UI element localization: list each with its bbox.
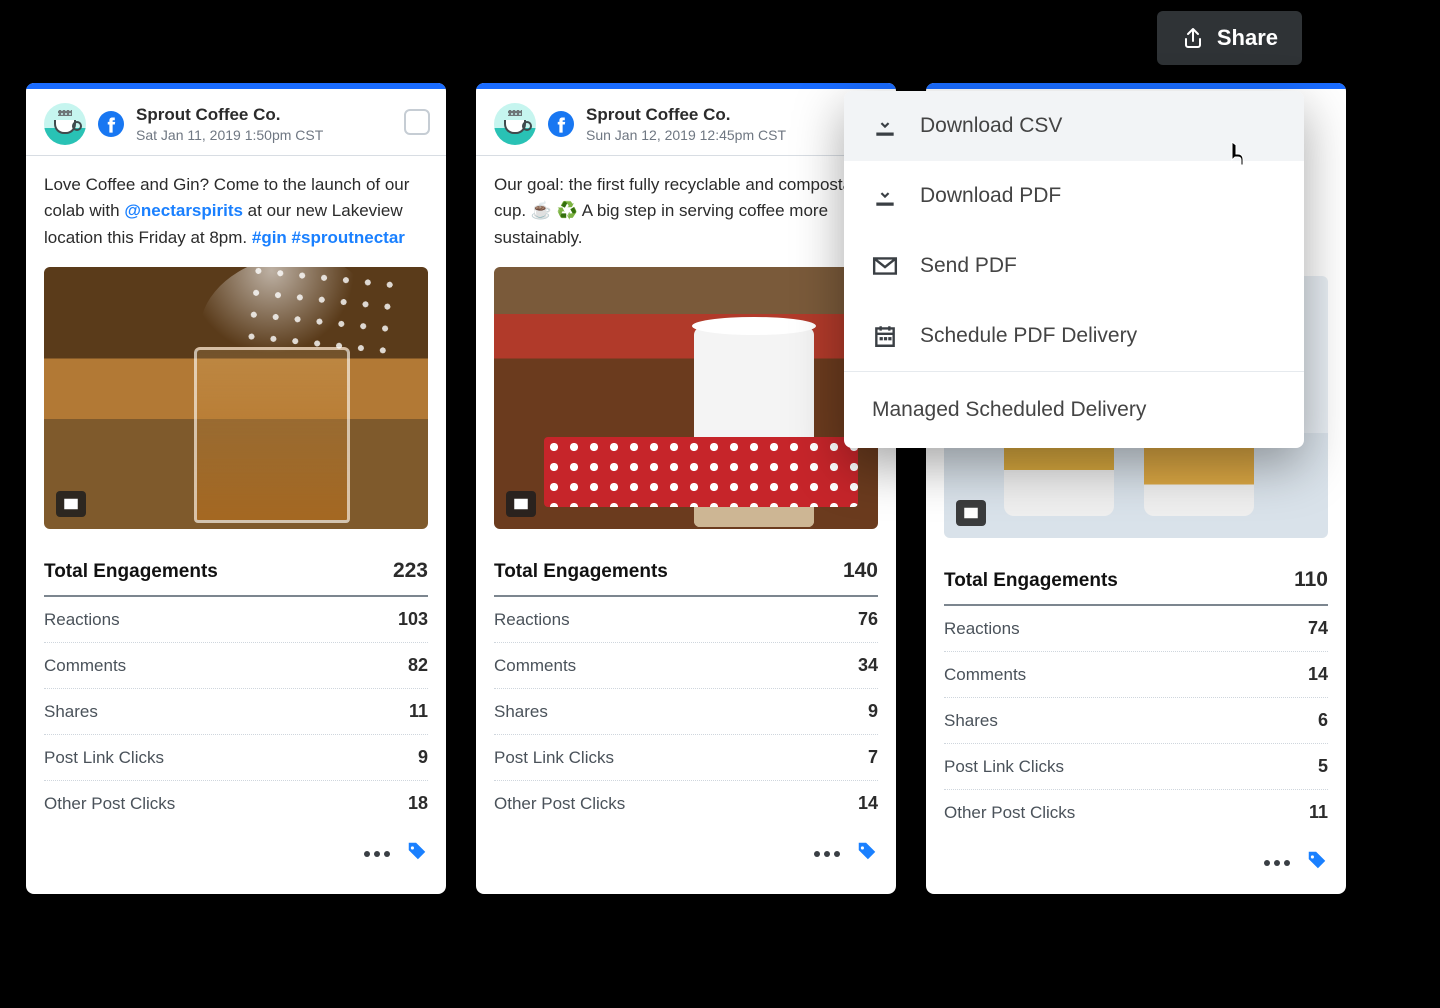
menu-item-label: Managed Scheduled Delivery xyxy=(872,398,1146,421)
metric-value: 11 xyxy=(409,701,428,722)
brand-avatar xyxy=(494,103,536,145)
page-name: Sprout Coffee Co. xyxy=(586,105,786,125)
metric-value: 74 xyxy=(1308,618,1328,639)
post-body: Love Coffee and Gin? Come to the launch … xyxy=(26,156,446,251)
post-text: Our goal: the first fully recyclable and… xyxy=(494,175,875,247)
metric-label: Total Engagements xyxy=(494,561,668,583)
metric-value: 110 xyxy=(1294,568,1328,592)
post-media[interactable] xyxy=(44,267,428,529)
metric-label: Other Post Clicks xyxy=(494,794,625,814)
menu-item-schedule-pdf[interactable]: Schedule PDF Delivery xyxy=(844,301,1304,371)
image-type-badge xyxy=(956,500,986,526)
metric-value: 9 xyxy=(418,747,428,768)
post-card: Sprout Coffee Co. Sat Jan 11, 2019 1:50p… xyxy=(26,83,446,894)
tag-button[interactable] xyxy=(1306,849,1328,876)
facebook-icon xyxy=(548,111,574,137)
menu-item-label: Send PDF xyxy=(920,254,1017,278)
metric-value: 6 xyxy=(1318,710,1328,731)
share-button[interactable]: Share xyxy=(1157,11,1302,65)
menu-item-managed-delivery[interactable]: Managed Scheduled Delivery xyxy=(844,372,1304,448)
select-checkbox[interactable] xyxy=(404,109,430,135)
metric-label: Shares xyxy=(944,711,998,731)
metrics-table: Total Engagements 140 Reactions 76 Comment… xyxy=(476,529,896,834)
metric-value: 5 xyxy=(1318,756,1328,777)
post-media[interactable] xyxy=(494,267,878,529)
metric-label: Shares xyxy=(494,702,548,722)
share-button-label: Share xyxy=(1217,25,1278,51)
metric-label: Reactions xyxy=(494,610,570,630)
metric-value: 18 xyxy=(408,793,428,814)
brand-avatar xyxy=(44,103,86,145)
share-icon xyxy=(1181,26,1205,50)
menu-item-send-pdf[interactable]: Send PDF xyxy=(844,231,1304,301)
tag-button[interactable] xyxy=(856,840,878,867)
metric-label: Reactions xyxy=(44,610,120,630)
metric-label: Comments xyxy=(44,656,126,676)
metric-value: 9 xyxy=(868,701,878,722)
calendar-icon xyxy=(872,323,898,349)
more-options-button[interactable] xyxy=(364,851,390,857)
post-card: Sprout Coffee Co. Sun Jan 12, 2019 12:45… xyxy=(476,83,896,894)
metric-value: 11 xyxy=(1309,802,1328,823)
facebook-icon xyxy=(98,111,124,137)
metric-label: Comments xyxy=(494,656,576,676)
mention-link[interactable]: @nectarspirits xyxy=(124,201,243,220)
metric-label: Post Link Clicks xyxy=(44,748,164,768)
metric-value: 14 xyxy=(858,793,878,814)
metric-value: 76 xyxy=(858,609,878,630)
metric-label: Post Link Clicks xyxy=(944,757,1064,777)
download-icon xyxy=(872,113,898,139)
metric-label: Total Engagements xyxy=(944,570,1118,592)
metric-value: 34 xyxy=(858,655,878,676)
metric-label: Other Post Clicks xyxy=(944,803,1075,823)
hashtag-link[interactable]: #gin #sproutnectar xyxy=(252,228,405,247)
metric-label: Comments xyxy=(944,665,1026,685)
post-timestamp: Sun Jan 12, 2019 12:45pm CST xyxy=(586,127,786,143)
menu-item-label: Schedule PDF Delivery xyxy=(920,324,1137,348)
post-timestamp: Sat Jan 11, 2019 1:50pm CST xyxy=(136,127,323,143)
page-name: Sprout Coffee Co. xyxy=(136,105,323,125)
card-header: Sprout Coffee Co. Sat Jan 11, 2019 1:50p… xyxy=(26,89,446,156)
metric-label: Total Engagements xyxy=(44,561,218,583)
metric-label: Reactions xyxy=(944,619,1020,639)
more-options-button[interactable] xyxy=(814,851,840,857)
metric-value: 14 xyxy=(1308,664,1328,685)
envelope-icon xyxy=(872,253,898,279)
download-icon xyxy=(872,183,898,209)
post-body: Our goal: the first fully recyclable and… xyxy=(476,156,896,251)
metric-value: 7 xyxy=(868,747,878,768)
metrics-table: Total Engagements 223 Reactions 103 Commen… xyxy=(26,529,446,834)
metric-value: 82 xyxy=(408,655,428,676)
card-accent-bar xyxy=(926,83,1346,89)
metrics-table: Total Engagements 110 Reactions 74 Comment… xyxy=(926,538,1346,843)
menu-item-label: Download CSV xyxy=(920,114,1062,138)
metric-value: 223 xyxy=(393,559,428,583)
tag-button[interactable] xyxy=(406,840,428,867)
metric-label: Other Post Clicks xyxy=(44,794,175,814)
metric-value: 140 xyxy=(843,559,878,583)
image-type-badge xyxy=(506,491,536,517)
metric-value: 103 xyxy=(398,609,428,630)
metric-label: Shares xyxy=(44,702,98,722)
card-header: Sprout Coffee Co. Sun Jan 12, 2019 12:45… xyxy=(476,89,896,156)
image-type-badge xyxy=(56,491,86,517)
metric-label: Post Link Clicks xyxy=(494,748,614,768)
pointer-cursor-icon xyxy=(1224,140,1248,173)
more-options-button[interactable] xyxy=(1264,860,1290,866)
menu-item-label: Download PDF xyxy=(920,184,1061,208)
